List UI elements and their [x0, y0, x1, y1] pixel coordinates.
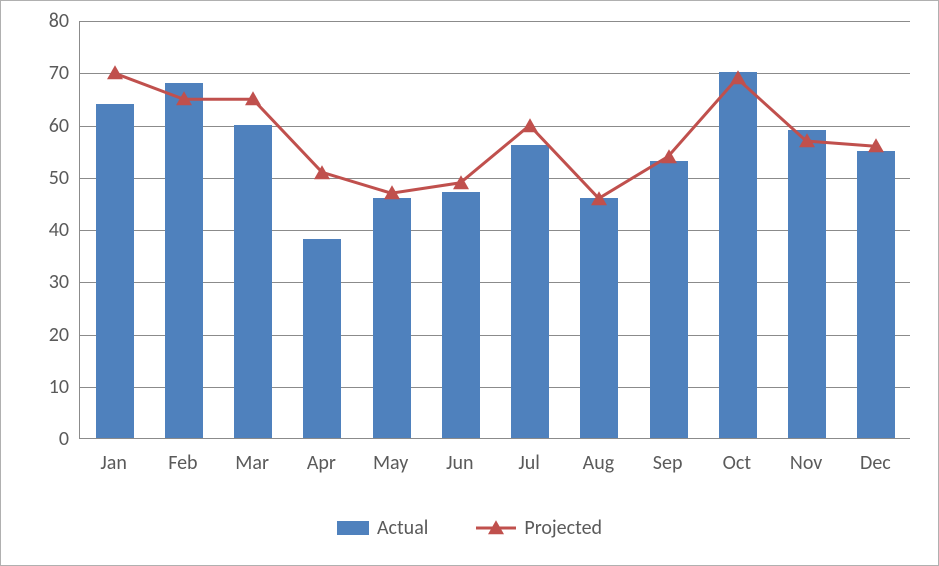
x-tick-label: Feb: [168, 451, 197, 475]
x-tick-label: Aug: [583, 451, 615, 475]
y-tick-label: 70: [19, 61, 79, 85]
x-tick-label: Jan: [100, 451, 126, 475]
x-tick-label: Dec: [860, 451, 891, 475]
y-tick-label: 30: [19, 270, 79, 294]
legend-label-actual: Actual: [377, 516, 428, 540]
y-tick-label: 40: [19, 218, 79, 242]
chart-frame: 01020304050607080 JanFebMarAprMayJunJulA…: [0, 0, 939, 566]
x-tick-label: Mar: [235, 451, 269, 475]
x-tick-label: Nov: [790, 451, 822, 475]
plot-area: 01020304050607080: [79, 21, 910, 439]
x-tick-label: Jul: [518, 451, 539, 475]
projected-markers: [80, 21, 910, 438]
x-tick-label: Jun: [446, 451, 473, 475]
triangle-marker-icon: [522, 118, 538, 132]
legend-item-projected: Projected: [476, 516, 602, 540]
y-tick-label: 20: [19, 323, 79, 347]
y-tick-label: 0: [19, 427, 79, 451]
x-axis-labels: Jan Feb Mar Apr May Jun Jul Aug Sep Oct Nov Dec: [79, 445, 910, 479]
triangle-marker-icon: [245, 92, 261, 106]
triangle-marker-icon: [661, 149, 677, 163]
legend: Actual Projected: [1, 505, 938, 551]
legend-item-actual: Actual: [337, 516, 428, 540]
triangle-marker-icon: [453, 175, 469, 189]
triangle-marker-icon: [176, 92, 192, 106]
y-tick-label: 80: [19, 9, 79, 33]
triangle-marker-icon: [730, 71, 746, 85]
x-tick-label: Oct: [723, 451, 751, 475]
triangle-marker-icon: [799, 133, 815, 147]
triangle-marker-icon: [384, 186, 400, 200]
triangle-marker-icon: [107, 66, 123, 80]
x-tick-label: Apr: [307, 451, 336, 475]
y-tick-label: 60: [19, 114, 79, 138]
legend-swatch-line-icon: [476, 518, 516, 538]
x-tick-label: May: [373, 451, 408, 475]
triangle-marker-icon: [314, 165, 330, 179]
x-tick-label: Sep: [653, 451, 683, 475]
y-tick-label: 10: [19, 375, 79, 399]
y-tick-label: 50: [19, 166, 79, 190]
triangle-marker-icon: [591, 191, 607, 205]
legend-swatch-bar-icon: [337, 521, 369, 535]
triangle-marker-icon: [868, 139, 884, 153]
legend-label-projected: Projected: [524, 516, 602, 540]
